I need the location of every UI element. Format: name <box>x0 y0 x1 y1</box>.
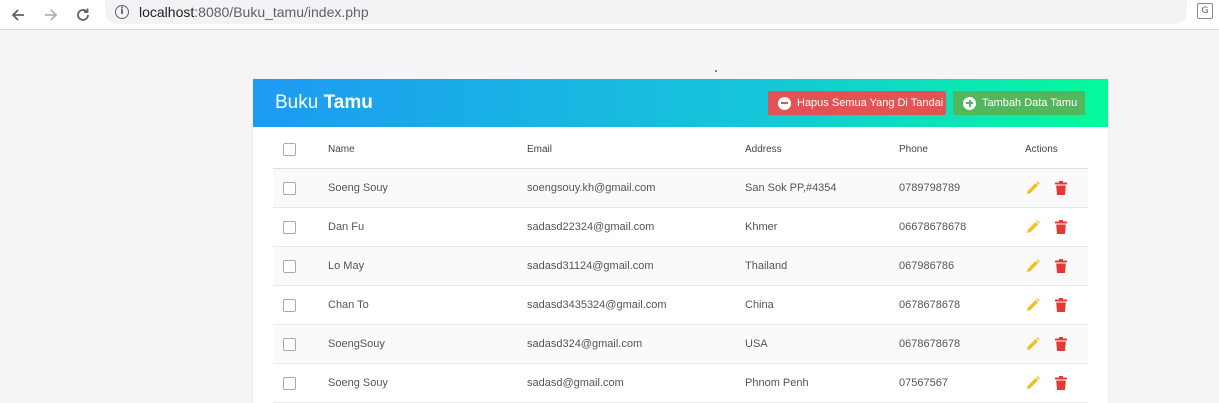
page-title: Buku Tamu <box>275 92 373 114</box>
forward-arrow-icon[interactable] <box>39 3 63 27</box>
trash-icon[interactable] <box>1053 258 1069 274</box>
url-host: localhost <box>139 4 195 20</box>
trash-icon[interactable] <box>1053 180 1069 196</box>
plus-circle-icon <box>963 96 976 110</box>
table-row: Chan To sadasd3435324@gmail.com China 06… <box>273 286 1088 325</box>
row-checkbox[interactable] <box>283 220 296 234</box>
card-header: Buku Tamu Hapus Semua Yang Di Tandai Tam… <box>253 79 1108 127</box>
table-row: Soeng Souy sadasd@gmail.com Phnom Penh 0… <box>273 364 1088 403</box>
trash-icon[interactable] <box>1053 336 1069 352</box>
url-text: localhost:8080/Buku_tamu/index.php <box>139 4 369 20</box>
column-header-phone: Phone <box>899 144 928 155</box>
cell-address: USA <box>745 338 768 350</box>
table-row: Dan Fu sadasd22324@gmail.com Khmer 06678… <box>273 208 1088 247</box>
cell-phone: 067986786 <box>899 260 955 272</box>
pencil-icon[interactable] <box>1025 336 1041 352</box>
cell-phone: 07567567 <box>899 377 948 389</box>
cell-actions <box>1025 247 1069 285</box>
cell-name: Chan To <box>328 299 369 311</box>
guestbook-card: Buku Tamu Hapus Semua Yang Di Tandai Tam… <box>253 79 1108 403</box>
add-guest-label: Tambah Data Tamu <box>982 97 1078 109</box>
cell-phone: 0678678678 <box>899 299 961 311</box>
delete-selected-button[interactable]: Hapus Semua Yang Di Tandai <box>768 91 946 115</box>
cell-name: SoengSouy <box>328 338 385 350</box>
cell-phone: 0678678678 <box>899 338 961 350</box>
title-bold: Tamu <box>323 92 373 113</box>
cell-phone: 06678678678 <box>899 221 967 233</box>
cell-email: sadasd324@gmail.com <box>527 338 643 350</box>
stray-dot <box>715 70 717 72</box>
address-bar[interactable]: i localhost:8080/Buku_tamu/index.php <box>105 0 1187 24</box>
row-checkbox[interactable] <box>283 181 296 195</box>
cell-actions <box>1025 169 1069 207</box>
translate-icon[interactable]: G <box>1197 3 1213 19</box>
cell-email: sadasd31124@gmail.com <box>527 260 654 272</box>
row-checkbox[interactable] <box>283 337 296 351</box>
row-checkbox[interactable] <box>283 376 296 390</box>
delete-selected-label: Hapus Semua Yang Di Tandai <box>797 97 944 109</box>
cell-phone: 0789798789 <box>899 182 961 194</box>
cell-email: sadasd@gmail.com <box>527 377 624 389</box>
column-header-actions: Actions <box>1025 144 1058 155</box>
cell-address: China <box>745 299 774 311</box>
column-header-email: Email <box>527 144 553 155</box>
trash-icon[interactable] <box>1053 219 1069 235</box>
cell-actions <box>1025 286 1069 324</box>
cell-address: Thailand <box>745 260 788 272</box>
browser-toolbar: i localhost:8080/Buku_tamu/index.php G <box>0 0 1219 30</box>
pencil-icon[interactable] <box>1025 258 1041 274</box>
cell-address: San Sok PP,#4354 <box>745 182 837 194</box>
cell-actions <box>1025 364 1069 402</box>
cell-email: sadasd3435324@gmail.com <box>527 299 667 311</box>
column-header-name: Name <box>328 144 355 155</box>
cell-actions <box>1025 325 1069 363</box>
cell-name: Soeng Souy <box>328 182 388 194</box>
add-guest-button[interactable]: Tambah Data Tamu <box>953 91 1085 115</box>
table-row: SoengSouy sadasd324@gmail.com USA 067867… <box>273 325 1088 364</box>
table-row: Soeng Souy soengsouy.kh@gmail.com San So… <box>273 169 1088 208</box>
cell-actions <box>1025 208 1069 246</box>
row-checkbox[interactable] <box>283 298 296 312</box>
cell-name: Dan Fu <box>328 221 365 233</box>
cell-address: Phnom Penh <box>745 377 809 389</box>
minus-circle-icon <box>778 96 791 110</box>
trash-icon[interactable] <box>1053 297 1069 313</box>
title-light: Buku <box>275 92 324 113</box>
reload-icon[interactable] <box>71 3 95 27</box>
column-header-address: Address <box>745 144 782 155</box>
cell-name: Lo May <box>328 260 365 272</box>
guest-table: Name Email Address Phone Actions Soeng S… <box>273 131 1088 403</box>
back-arrow-icon[interactable] <box>6 3 30 27</box>
cell-email: sadasd22324@gmail.com <box>527 221 655 233</box>
pencil-icon[interactable] <box>1025 180 1041 196</box>
trash-icon[interactable] <box>1053 375 1069 391</box>
cell-email: soengsouy.kh@gmail.com <box>527 182 656 194</box>
table-row: Lo May sadasd31124@gmail.com Thailand 06… <box>273 247 1088 286</box>
row-checkbox[interactable] <box>283 259 296 273</box>
pencil-icon[interactable] <box>1025 297 1041 313</box>
pencil-icon[interactable] <box>1025 219 1041 235</box>
cell-name: Soeng Souy <box>328 377 388 389</box>
cell-address: Khmer <box>745 221 778 233</box>
url-path: :8080/Buku_tamu/index.php <box>194 4 369 20</box>
info-icon[interactable]: i <box>115 5 129 19</box>
table-header-row: Name Email Address Phone Actions <box>273 131 1088 169</box>
select-all-checkbox[interactable] <box>283 143 296 156</box>
pencil-icon[interactable] <box>1025 375 1041 391</box>
